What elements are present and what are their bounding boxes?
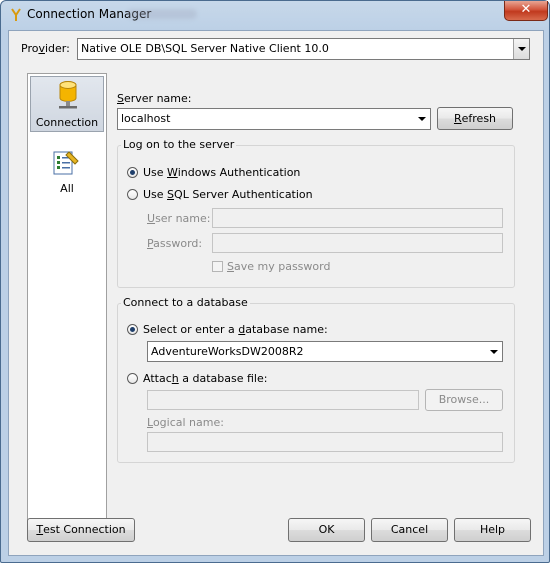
chevron-down-icon <box>518 47 526 51</box>
windows-auth-label[interactable]: Use Windows Authentication <box>143 166 300 179</box>
provider-dropdown-button[interactable] <box>513 39 529 59</box>
logical-name-field[interactable] <box>147 432 503 452</box>
dialog-client-area: Provider: Native OLE DB\SQL Server Nativ… <box>8 30 544 556</box>
username-field[interactable] <box>212 208 503 228</box>
sidebar-item-connection[interactable]: Connection <box>30 76 104 132</box>
windows-auth-radio[interactable] <box>127 167 138 178</box>
attach-file-label[interactable]: Attach a database file: <box>143 372 267 385</box>
save-password-label[interactable]: Save my password <box>227 260 330 273</box>
database-name-combo[interactable]: AdventureWorksDW2008R2 <box>147 341 503 362</box>
page-sidebar: Connection All <box>27 73 107 536</box>
cancel-button[interactable]: Cancel <box>371 518 448 542</box>
server-name-combo[interactable]: localhost <box>117 108 431 130</box>
password-field[interactable] <box>212 233 503 253</box>
browse-button[interactable]: Browse... <box>425 389 503 411</box>
sidebar-item-all[interactable]: All <box>30 148 104 198</box>
chevron-down-icon <box>418 117 426 121</box>
close-button[interactable]: ✕ <box>504 1 548 21</box>
close-icon: ✕ <box>520 2 532 17</box>
logical-name-label: Logical name: <box>147 416 224 429</box>
app-icon <box>11 8 21 21</box>
provider-value: Native OLE DB\SQL Server Native Client 1… <box>81 42 329 55</box>
server-name-label: Server name: <box>117 92 192 105</box>
database-name-value: AdventureWorksDW2008R2 <box>151 345 304 358</box>
database-file-field[interactable] <box>147 390 419 410</box>
help-button[interactable]: Help <box>454 518 531 542</box>
chevron-down-icon <box>490 349 498 354</box>
properties-list-icon <box>53 151 79 175</box>
sidebar-item-label: All <box>60 182 74 195</box>
provider-dropdown[interactable]: Native OLE DB\SQL Server Native Client 1… <box>77 38 530 60</box>
logon-group-title: Log on to the server <box>121 138 237 151</box>
blurred-title-suffix <box>127 9 197 19</box>
save-password-checkbox[interactable] <box>212 261 223 272</box>
connection-manager-window: Connection Manager ✕ Provider: Native OL… <box>0 0 550 563</box>
sql-auth-label[interactable]: Use SQL Server Authentication <box>143 188 313 201</box>
database-group-title: Connect to a database <box>121 296 250 309</box>
test-connection-button[interactable]: Test Connection <box>27 518 135 542</box>
ok-button[interactable]: OK <box>288 518 365 542</box>
password-label: Password: <box>147 237 203 250</box>
sql-auth-radio[interactable] <box>127 189 138 200</box>
provider-label: Provider: <box>21 42 70 55</box>
sidebar-item-label: Connection <box>35 116 99 129</box>
database-cylinder-icon <box>59 81 77 109</box>
server-name-value: localhost <box>121 112 171 125</box>
select-database-label[interactable]: Select or enter a database name: <box>143 323 328 336</box>
refresh-button[interactable]: Refresh <box>437 107 513 130</box>
select-database-radio[interactable] <box>127 324 138 335</box>
attach-file-radio[interactable] <box>127 373 138 384</box>
username-label: User name: <box>147 212 211 225</box>
title-bar[interactable]: Connection Manager ✕ <box>1 1 549 29</box>
